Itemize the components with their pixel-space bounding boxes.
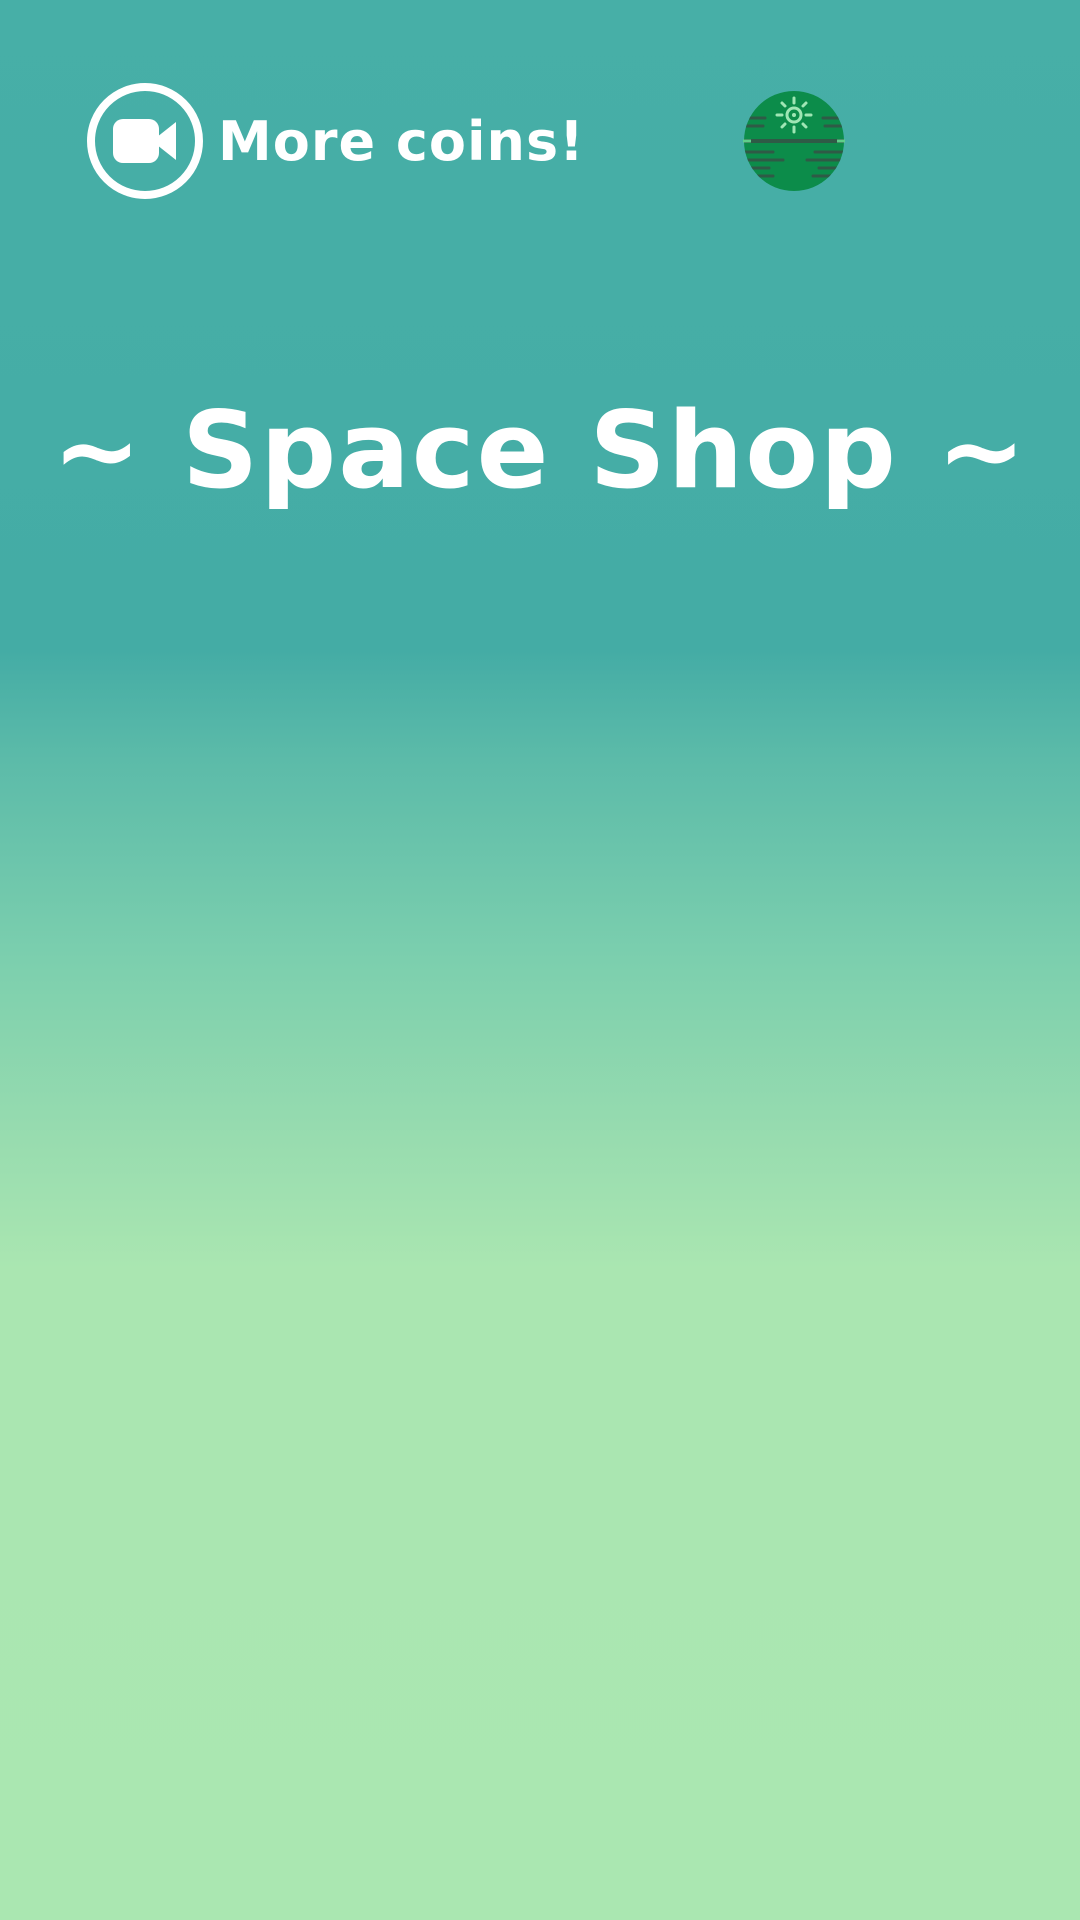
more-coins-label: More coins! [218,109,585,173]
top-bar: More coins! [0,0,1080,240]
shop-title: ~ Space Shop ~ [52,389,1028,512]
more-coins-button[interactable]: More coins! [86,82,585,200]
planet-button[interactable] [743,90,845,192]
planet-icon [743,91,845,191]
video-camera-icon [87,83,203,199]
